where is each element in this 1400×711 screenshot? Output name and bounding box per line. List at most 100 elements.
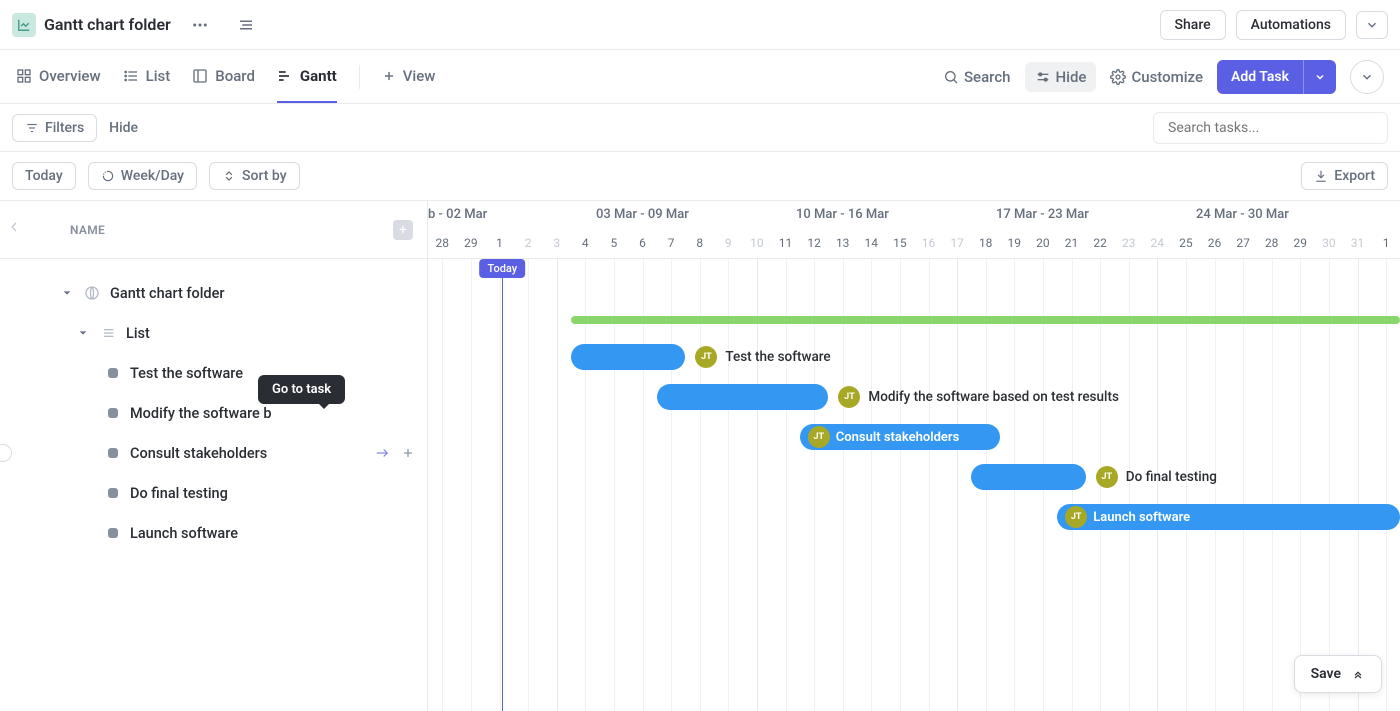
- gantt-bar[interactable]: JTConsult stakeholders: [800, 424, 1000, 450]
- status-dot: [108, 488, 118, 498]
- day-label: 1: [1372, 236, 1400, 250]
- automations-button[interactable]: Automations: [1236, 10, 1346, 40]
- day-label: 28: [428, 236, 457, 250]
- day-label: 13: [828, 236, 857, 250]
- day-label: 3: [542, 236, 571, 250]
- tab-gantt[interactable]: Gantt: [277, 51, 337, 103]
- goto-task-icon[interactable]: [373, 446, 391, 460]
- task-row[interactable]: Test the software: [0, 353, 427, 393]
- day-label: 24: [1143, 236, 1172, 250]
- day-label: 31: [1343, 236, 1372, 250]
- day-label: 8: [685, 236, 714, 250]
- chevron-down-icon[interactable]: [76, 328, 90, 338]
- avatar: JT: [1065, 506, 1087, 528]
- day-label: 26: [1200, 236, 1229, 250]
- tab-board[interactable]: Board: [192, 51, 255, 103]
- gantt-bar[interactable]: [571, 344, 685, 370]
- gantt-bar[interactable]: [971, 464, 1085, 490]
- day-label: 17: [943, 236, 972, 250]
- hide-link[interactable]: Hide: [109, 120, 138, 136]
- week-label: b - 02 Mar: [428, 207, 487, 222]
- add-subtask-icon[interactable]: [401, 446, 415, 460]
- week-label: 10 Mar - 16 Mar: [796, 207, 889, 222]
- add-column-button[interactable]: +: [393, 220, 413, 240]
- avatar: JT: [808, 426, 830, 448]
- day-label: 11: [771, 236, 800, 250]
- share-button[interactable]: Share: [1160, 10, 1226, 40]
- search-action[interactable]: Search: [943, 68, 1011, 86]
- collapse-sidebar-icon[interactable]: [6, 219, 22, 235]
- avatar: JT: [838, 386, 860, 408]
- gantt-bar-label: JTDo final testing: [1096, 466, 1217, 488]
- filters-button[interactable]: Filters: [12, 114, 97, 142]
- day-label: 29: [1286, 236, 1315, 250]
- automations-caret[interactable]: [1356, 11, 1388, 39]
- day-label: 7: [657, 236, 686, 250]
- folder-icon: [82, 285, 102, 301]
- today-line: [502, 259, 503, 711]
- status-dot: [108, 408, 118, 418]
- day-label: 22: [1086, 236, 1115, 250]
- day-label: 29: [457, 236, 486, 250]
- gantt-bar[interactable]: [657, 384, 829, 410]
- avatar: JT: [1096, 466, 1118, 488]
- tab-add-view[interactable]: View: [382, 51, 436, 103]
- more-options-button[interactable]: [1350, 60, 1384, 94]
- add-task-dropdown[interactable]: [1303, 60, 1336, 94]
- day-label: 4: [571, 236, 600, 250]
- day-label: 12: [800, 236, 829, 250]
- summary-bar[interactable]: [571, 316, 1400, 324]
- day-label: 30: [1315, 236, 1344, 250]
- tree-list[interactable]: List: [0, 313, 427, 353]
- task-row[interactable]: Launch software: [0, 513, 427, 553]
- list-icon: [98, 325, 118, 341]
- week-label: 03 Mar - 09 Mar: [596, 207, 689, 222]
- status-dot: [108, 528, 118, 538]
- row-select-circle[interactable]: [0, 444, 12, 462]
- chevron-up-double-icon: [1351, 667, 1365, 681]
- save-button[interactable]: Save: [1294, 655, 1382, 693]
- task-row[interactable]: Modify the software b Go to task: [0, 393, 427, 433]
- day-label: 1: [485, 236, 514, 250]
- sortby-button[interactable]: Sort by: [209, 162, 300, 190]
- day-label: 5: [600, 236, 629, 250]
- day-label: 6: [628, 236, 657, 250]
- day-label: 15: [886, 236, 915, 250]
- chevron-down-icon[interactable]: [60, 288, 74, 298]
- name-column-header: NAME: [70, 223, 105, 237]
- tree-folder[interactable]: Gantt chart folder: [0, 273, 427, 313]
- tab-list[interactable]: List: [123, 51, 171, 103]
- task-row[interactable]: Do final testing: [0, 473, 427, 513]
- weekday-button[interactable]: Week/Day: [88, 162, 197, 190]
- avatar: JT: [695, 346, 717, 368]
- today-label: Today: [480, 259, 526, 278]
- gantt-bar-label: JTModify the software based on test resu…: [838, 386, 1119, 408]
- day-label: 14: [857, 236, 886, 250]
- day-label: 9: [714, 236, 743, 250]
- page-title: Gantt chart folder: [44, 15, 171, 34]
- day-label: 20: [1029, 236, 1058, 250]
- add-task-button[interactable]: Add Task: [1217, 60, 1336, 94]
- day-label: 21: [1057, 236, 1086, 250]
- gantt-bar[interactable]: JTLaunch software: [1057, 504, 1400, 530]
- export-button[interactable]: Export: [1301, 162, 1388, 190]
- task-row[interactable]: Consult stakeholders: [0, 433, 427, 473]
- status-dot: [108, 368, 118, 378]
- customize-action[interactable]: Customize: [1110, 68, 1203, 86]
- day-label: 28: [1257, 236, 1286, 250]
- day-label: 25: [1172, 236, 1201, 250]
- day-label: 27: [1229, 236, 1258, 250]
- week-label: 24 Mar - 30 Mar: [1196, 207, 1289, 222]
- day-label: 23: [1114, 236, 1143, 250]
- day-label: 2: [514, 236, 543, 250]
- expand-icon[interactable]: [229, 8, 263, 42]
- status-dot: [108, 448, 118, 458]
- today-button[interactable]: Today: [12, 162, 76, 190]
- gantt-bar-label: JTTest the software: [695, 346, 830, 368]
- day-label: 18: [971, 236, 1000, 250]
- search-input[interactable]: [1153, 112, 1388, 144]
- week-label: 17 Mar - 23 Mar: [996, 207, 1089, 222]
- more-icon[interactable]: [183, 8, 217, 42]
- hide-action[interactable]: Hide: [1025, 62, 1097, 92]
- tab-overview[interactable]: Overview: [16, 51, 101, 103]
